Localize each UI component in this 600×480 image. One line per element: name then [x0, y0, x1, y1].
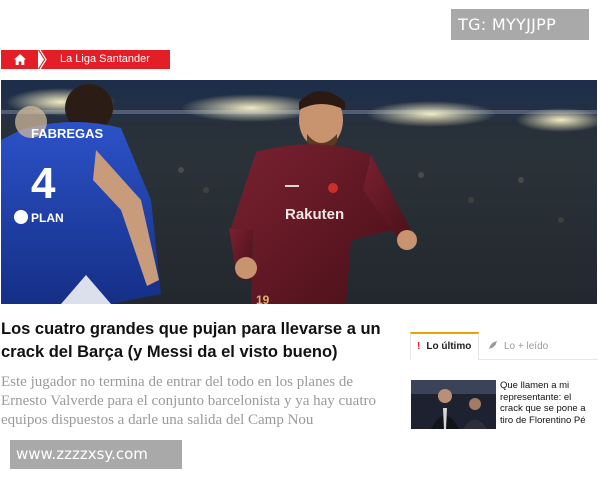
breadcrumb-separator — [38, 50, 52, 69]
svg-text:FABREGAS: FABREGAS — [31, 126, 104, 141]
breadcrumb: La Liga Santander — [1, 50, 170, 69]
tab-latest[interactable]: ! Lo último — [410, 332, 479, 360]
sidebar-item-title[interactable]: Que llamen a mi representante: el crack … — [500, 380, 592, 429]
sidebar-item-thumbnail[interactable] — [411, 380, 496, 429]
tab-most-read[interactable]: Lo + leído — [488, 332, 548, 360]
tab-most-read-label: Lo + leído — [504, 341, 549, 352]
home-icon — [13, 54, 26, 65]
hero-image[interactable]: FABREGAS 4 PLAN Rakuten 19 — [1, 80, 597, 304]
tab-latest-label: Lo último — [426, 341, 472, 352]
article-title[interactable]: Los cuatro grandes que pujan para llevar… — [1, 318, 396, 364]
svg-text:PLAN: PLAN — [31, 211, 64, 225]
breadcrumb-section-link[interactable]: La Liga Santander — [52, 50, 170, 69]
svg-text:4: 4 — [31, 159, 56, 208]
exclamation-icon: ! — [417, 341, 421, 352]
article-summary: Este jugador no termina de entrar del to… — [1, 374, 376, 428]
sidebar-tabs: ! Lo último Lo + leído — [410, 332, 598, 360]
svg-text:19: 19 — [256, 293, 270, 304]
svg-text:Rakuten: Rakuten — [285, 206, 344, 223]
breadcrumb-home-link[interactable] — [1, 50, 38, 69]
watermark-bottom: www.zzzzxsy.com — [10, 440, 182, 469]
watermark-top: TG: MYYJJPP — [451, 9, 589, 40]
rocket-icon — [489, 341, 497, 349]
